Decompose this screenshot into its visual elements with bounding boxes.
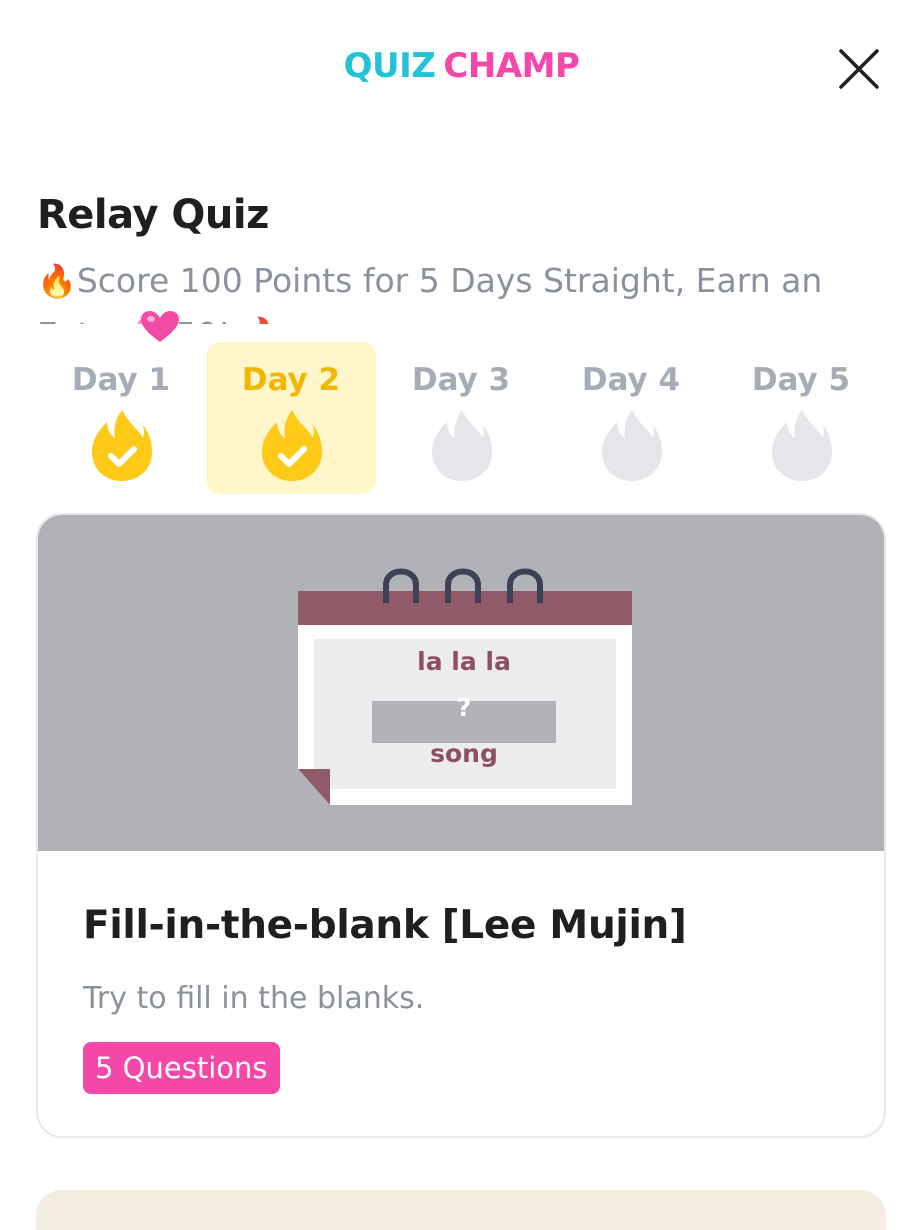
quiz-card[interactable]: la la la ? song Fill-in-the-blank [Lee M… xyxy=(36,513,886,1138)
blank-question-mark: ? xyxy=(456,693,472,722)
quiz-description: Try to fill in the blanks. xyxy=(83,981,425,1016)
close-button[interactable] xyxy=(836,46,882,92)
fire-check-icon xyxy=(92,410,152,481)
day-tabs: Day 1 Day 2 Day 3 Day 4 Day 5 xyxy=(36,342,886,494)
tab-day-2[interactable]: Day 2 xyxy=(206,342,376,494)
tab-day-4[interactable]: Day 4 xyxy=(546,342,716,494)
logo-word-quiz: QUIZ xyxy=(343,46,436,86)
app-logo: QUIZ CHAMP xyxy=(0,46,923,86)
fire-emoji-icon: 🔥 xyxy=(37,262,77,300)
day-label: Day 5 xyxy=(751,362,851,398)
question-count-badge: 5 Questions xyxy=(83,1042,280,1094)
tab-day-5[interactable]: Day 5 xyxy=(716,342,886,494)
calendar-line-3: song xyxy=(430,739,498,768)
day-label: Day 4 xyxy=(581,362,681,398)
heart-icon xyxy=(141,311,179,342)
close-icon xyxy=(839,49,879,89)
quiz-title: Fill-in-the-blank [Lee Mujin] xyxy=(83,903,687,948)
day-label: Day 1 xyxy=(71,362,171,398)
day-label: Day 2 xyxy=(241,362,341,398)
next-quiz-card[interactable] xyxy=(36,1190,886,1230)
fire-check-icon xyxy=(262,410,322,481)
fire-icon xyxy=(432,410,492,481)
page-title: Relay Quiz xyxy=(37,192,269,238)
day-label: Day 3 xyxy=(411,362,511,398)
logo-word-champ: CHAMP xyxy=(443,46,580,86)
fire-icon xyxy=(602,410,662,481)
tab-day-1[interactable]: Day 1 xyxy=(36,342,206,494)
card-illustration: la la la ? song xyxy=(38,515,884,851)
calendar-line-1: la la la xyxy=(417,647,511,676)
tab-day-3[interactable]: Day 3 xyxy=(376,342,546,494)
calendar-illustration xyxy=(298,568,632,805)
fire-icon xyxy=(772,410,832,481)
